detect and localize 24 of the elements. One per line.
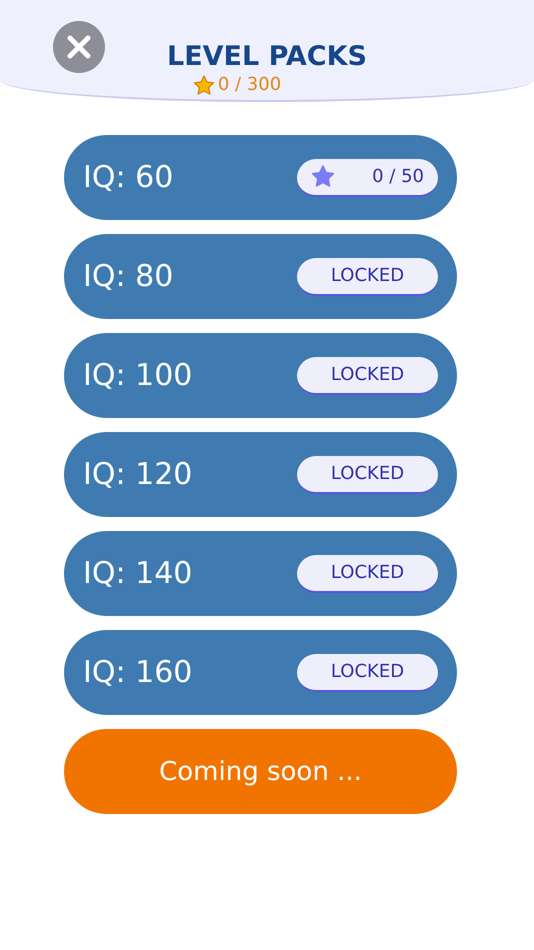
pack-label: IQ: 140 (83, 556, 192, 591)
level-pack-button[interactable]: IQ: 120 LOCKED (64, 432, 457, 517)
locked-label: LOCKED (330, 364, 404, 385)
pack-label: IQ: 100 (83, 358, 192, 393)
pack-label: IQ: 80 (83, 259, 174, 294)
star-icon (192, 74, 215, 96)
page-title: LEVEL PACKS (167, 40, 367, 74)
level-pack-button[interactable]: IQ: 80 LOCKED (64, 234, 457, 319)
level-pack-button[interactable]: IQ: 60 0 / 50 (64, 135, 457, 220)
stars-count: 0 / 50 (372, 166, 424, 187)
locked-label: LOCKED (330, 463, 404, 484)
close-icon (67, 35, 91, 59)
locked-label: LOCKED (330, 265, 404, 286)
locked-label: LOCKED (330, 562, 404, 583)
close-button[interactable] (53, 21, 105, 73)
level-pack-button[interactable]: IQ: 160 LOCKED (64, 630, 457, 715)
level-pack-button[interactable]: IQ: 140 LOCKED (64, 531, 457, 616)
star-icon (311, 165, 335, 188)
pack-label: IQ: 60 (83, 160, 174, 195)
pack-label: IQ: 120 (83, 457, 192, 492)
total-stars: 0 / 300 (218, 74, 282, 96)
locked-label: LOCKED (330, 661, 404, 682)
level-pack-button[interactable]: IQ: 100 LOCKED (64, 333, 457, 418)
pack-label: IQ: 160 (83, 655, 192, 690)
